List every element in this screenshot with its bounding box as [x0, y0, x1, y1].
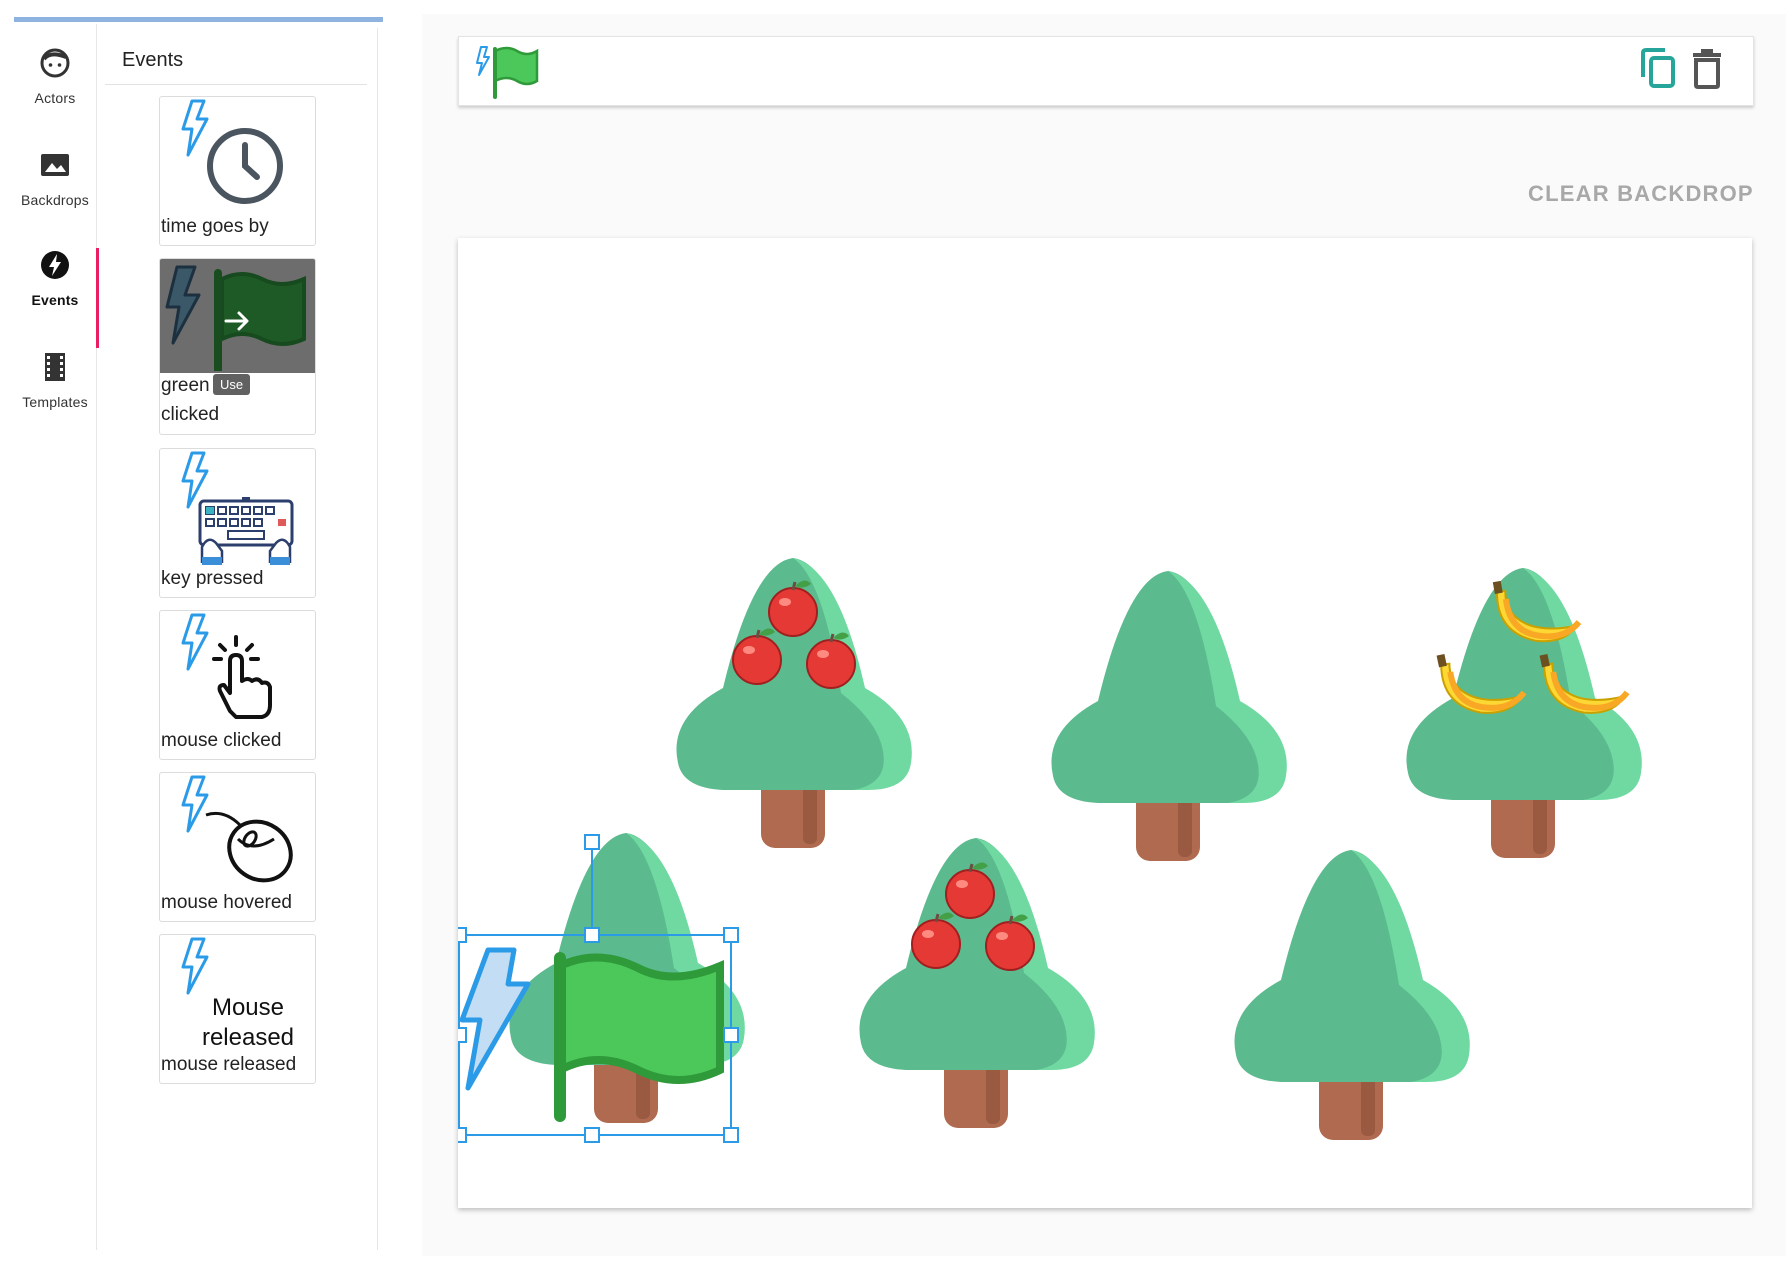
keyboard-icon — [198, 497, 294, 565]
event-caption: mouse released — [161, 1054, 297, 1075]
nav-rail: Actors Backdrops Events Templates — [14, 24, 99, 1250]
event-caption-line1: green — [161, 375, 210, 396]
art-line1: Mouse — [211, 994, 285, 1021]
copy-icon[interactable] — [1639, 47, 1677, 89]
art-line2: released — [201, 1024, 295, 1051]
image-icon — [41, 154, 69, 176]
tree-plain-back[interactable] — [1051, 571, 1287, 861]
clear-backdrop-button[interactable]: CLEAR BACKDROP — [1528, 181, 1754, 207]
stage-canvas[interactable] — [458, 238, 1752, 1208]
event-card-mouse-clicked[interactable]: mouse clicked — [159, 610, 316, 760]
use-tooltip[interactable]: Use — [213, 374, 251, 395]
tree-apple-front[interactable] — [859, 838, 1095, 1128]
green-flag-icon — [214, 269, 306, 371]
nav-item-events[interactable]: Events — [14, 248, 99, 348]
nav-label-backdrops: Backdrops — [21, 192, 89, 208]
event-card-mouse-released[interactable]: Mouse released mouse released — [159, 934, 316, 1084]
actor-face-icon — [40, 48, 70, 78]
event-card-mouse-hovered[interactable]: mouse hovered — [159, 772, 316, 922]
event-caption: mouse clicked — [161, 730, 282, 751]
nav-item-backdrops[interactable]: Backdrops — [14, 148, 96, 248]
panel-title: Events — [122, 49, 184, 71]
lightning-icon — [181, 937, 209, 995]
event-caption: mouse hovered — [161, 892, 292, 913]
panel-divider — [105, 84, 367, 85]
event-card-time[interactable]: time goes by — [159, 96, 316, 246]
tree-plain-front-right[interactable] — [1234, 850, 1470, 1140]
event-caption: time goes by — [161, 216, 269, 237]
event-card-key-pressed[interactable]: key pressed — [159, 448, 316, 598]
events-panel: Events time goes by Use green clicked ke… — [97, 28, 378, 1250]
event-caption-line2: clicked — [161, 404, 220, 425]
top-accent-bar — [14, 17, 383, 22]
event-card-green-flag[interactable]: Use green clicked — [159, 258, 316, 435]
tree-apple-back[interactable] — [676, 558, 912, 848]
trash-icon[interactable] — [1691, 47, 1723, 89]
lightning-icon — [181, 613, 209, 671]
hand-pointer-icon — [212, 635, 272, 719]
green-flag-actor[interactable] — [459, 947, 724, 1122]
nav-label-actors: Actors — [34, 90, 76, 106]
nav-item-templates[interactable]: Templates — [14, 350, 96, 450]
nav-item-actors[interactable]: Actors — [14, 46, 96, 146]
lightning-circle-icon — [41, 251, 69, 279]
lightning-icon — [165, 265, 201, 345]
nav-label-templates: Templates — [22, 394, 88, 410]
clock-icon — [207, 128, 283, 204]
film-strip-icon — [45, 353, 65, 381]
stage-scene — [458, 558, 1642, 1143]
mouse-icon — [205, 811, 293, 883]
mouse-released-art: Mouse released — [160, 993, 315, 1053]
nav-label-events: Events — [31, 292, 79, 308]
event-caption: key pressed — [161, 568, 264, 589]
event-toolbar — [458, 36, 1754, 106]
lightning-flag-icon[interactable] — [475, 43, 539, 99]
tree-banana-back[interactable] — [1406, 568, 1642, 858]
